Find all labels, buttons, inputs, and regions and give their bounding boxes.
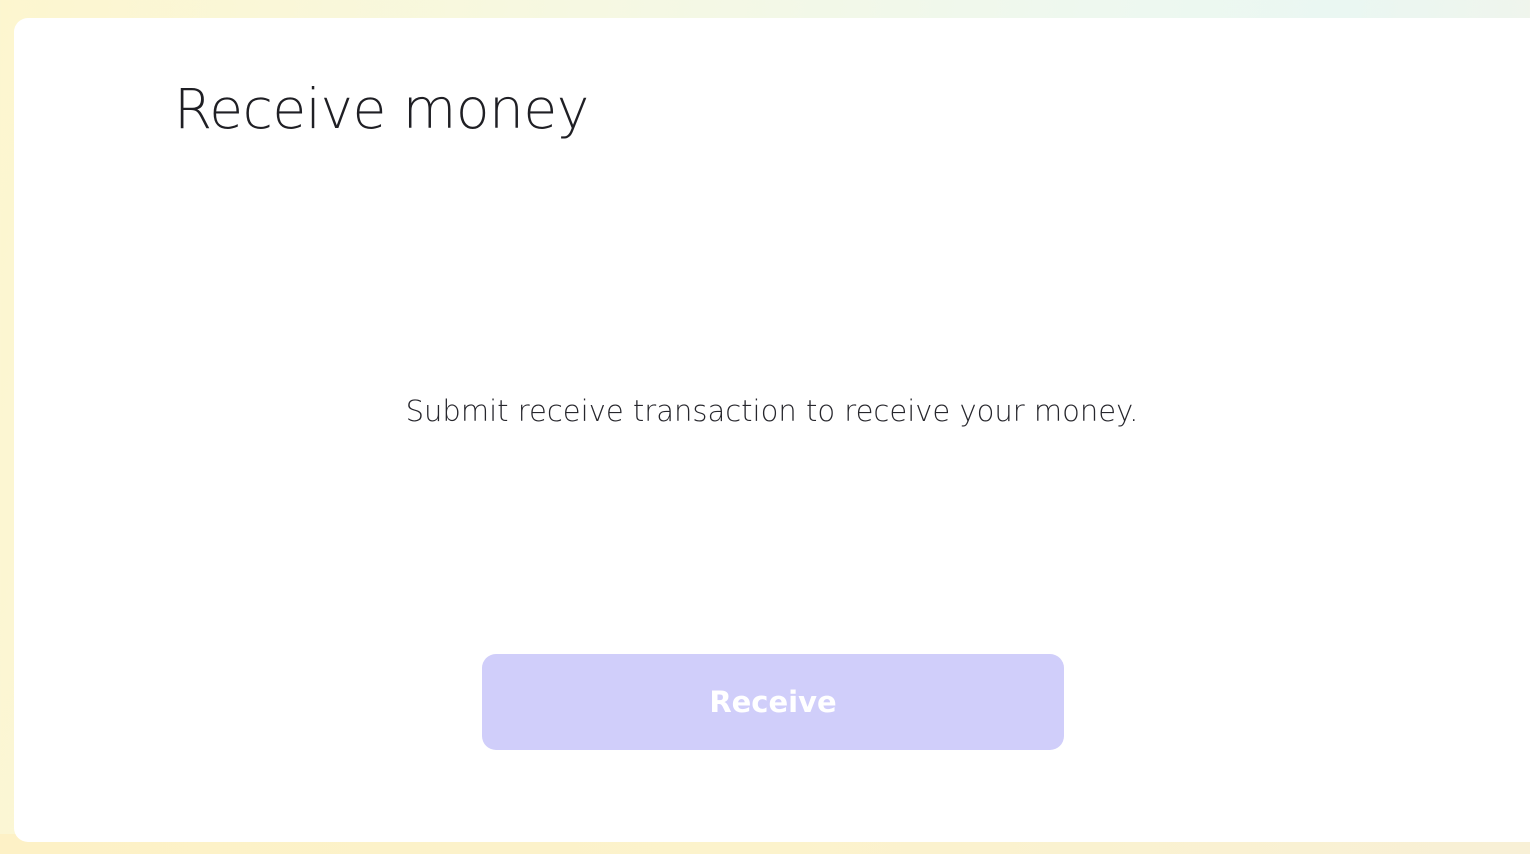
- receive-button[interactable]: Receive: [482, 654, 1064, 750]
- receive-money-card: Receive money Submit receive transaction…: [14, 18, 1530, 842]
- receive-description: Submit receive transaction to receive yo…: [405, 394, 1139, 428]
- page-title: Receive money: [174, 77, 589, 141]
